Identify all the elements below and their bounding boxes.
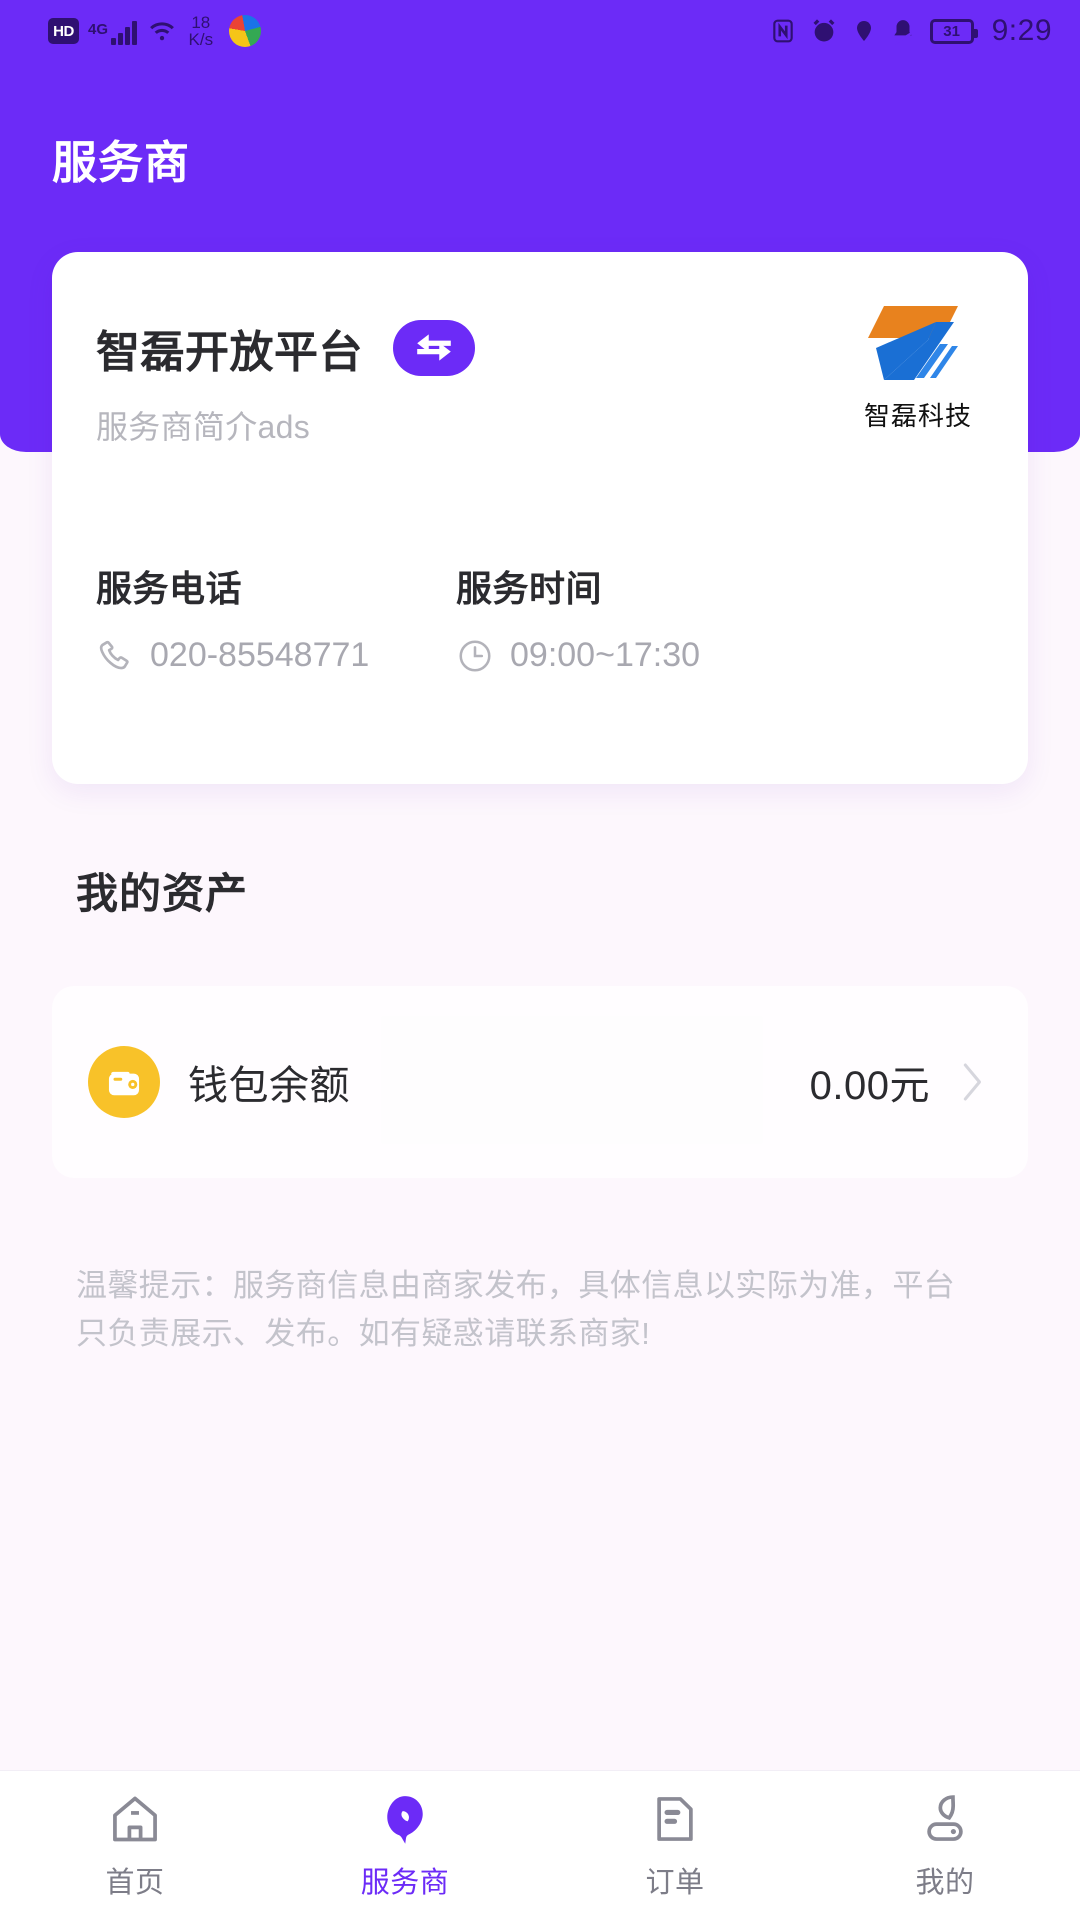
service-phone-label: 服务电话 [96, 568, 243, 609]
signal-bars-icon [111, 21, 137, 45]
tab-orders[interactable]: 订单 [540, 1791, 810, 1901]
app-icon [229, 15, 262, 47]
status-bar: HD 4G 18 K/s 31 9:29 [0, 0, 1080, 62]
wifi-icon [146, 18, 178, 44]
order-doc-icon [647, 1791, 703, 1847]
location-icon [852, 17, 876, 45]
service-phone-value: 020-85548771 [150, 636, 370, 674]
alarm-icon [810, 17, 838, 45]
brand-mark-icon [868, 306, 958, 380]
user-profile-icon [917, 1791, 973, 1847]
provider-name: 智磊开放平台 [96, 328, 363, 377]
tab-service-provider[interactable]: 服务商 [270, 1791, 540, 1901]
status-bar-time: 9:29 [991, 14, 1052, 47]
speed-unit: K/s [188, 30, 214, 49]
service-hours-value: 09:00~17:30 [510, 636, 701, 674]
provider-subtitle: 服务商简介ads [96, 409, 310, 445]
clock-icon [459, 639, 491, 672]
switch-provider-button[interactable] [393, 320, 475, 376]
wallet-balance-amount: 0.00元 [809, 1064, 930, 1108]
wallet-balance-label: 钱包余额 [188, 1064, 350, 1108]
tab-home[interactable]: 首页 [0, 1791, 270, 1901]
service-bubble-icon [377, 1791, 433, 1847]
battery-level: 31 [943, 22, 960, 40]
wallet-glyph-icon [108, 1071, 140, 1096]
hd-badge-icon: HD [48, 18, 79, 44]
nfc-icon [770, 17, 796, 45]
wallet-icon [88, 1046, 160, 1118]
status-bar-right: 31 9:29 [770, 14, 1052, 48]
bell-mute-icon [890, 17, 916, 45]
speed-value: 18 [191, 12, 211, 32]
service-phone-value-row[interactable]: 020-85548771 [96, 636, 456, 675]
chevron-right-icon[interactable] [954, 1058, 988, 1106]
status-bar-left: HD 4G 18 K/s [48, 12, 262, 49]
brand-logo: 智磊科技 [862, 298, 974, 433]
provider-info-row: 服务电话 020-85548771 服务时间 09:00~17:30 [96, 560, 984, 675]
brand-name: 智磊科技 [863, 402, 972, 432]
exchange-arrows-icon [417, 334, 451, 361]
network-speed-indicator: 18 K/s [188, 12, 214, 49]
phone-icon [99, 640, 129, 669]
assets-section-title: 我的资产 [76, 870, 249, 917]
wallet-balance-row[interactable]: 钱包余额 0.00元 [52, 986, 1028, 1178]
home-icon [107, 1791, 163, 1847]
tab-profile[interactable]: 我的 [810, 1791, 1080, 1901]
cellular-signal-icon: 4G [88, 17, 137, 45]
page-title: 服务商 [52, 137, 191, 188]
service-hours-value-row: 09:00~17:30 [456, 636, 816, 675]
tab-profile-label: 我的 [915, 1866, 975, 1899]
network-type-label: 4G [88, 21, 109, 38]
tab-orders-label: 订单 [645, 1866, 705, 1899]
tab-service-provider-label: 服务商 [360, 1866, 450, 1899]
notice-text: 温馨提示：服务商信息由商家发布，具体信息以实际为准，平台只负责展示、发布。如有疑… [76, 1268, 956, 1352]
provider-card: 智磊开放平台 服务商简介ads 智磊科技 服务电话 020-85548771 服… [52, 252, 1028, 784]
service-hours-label: 服务时间 [456, 568, 603, 609]
bottom-tab-bar: 首页 服务商 订单 我的 [0, 1770, 1080, 1920]
provider-identity: 智磊开放平台 服务商简介ads [96, 294, 475, 448]
provider-name-row: 智磊开放平台 [96, 316, 475, 380]
service-hours-block: 服务时间 09:00~17:30 [456, 560, 816, 675]
tab-home-label: 首页 [105, 1866, 165, 1899]
battery-icon: 31 [929, 18, 978, 44]
service-phone-block: 服务电话 020-85548771 [96, 560, 456, 675]
provider-card-top: 智磊开放平台 服务商简介ads 智磊科技 [96, 294, 984, 448]
